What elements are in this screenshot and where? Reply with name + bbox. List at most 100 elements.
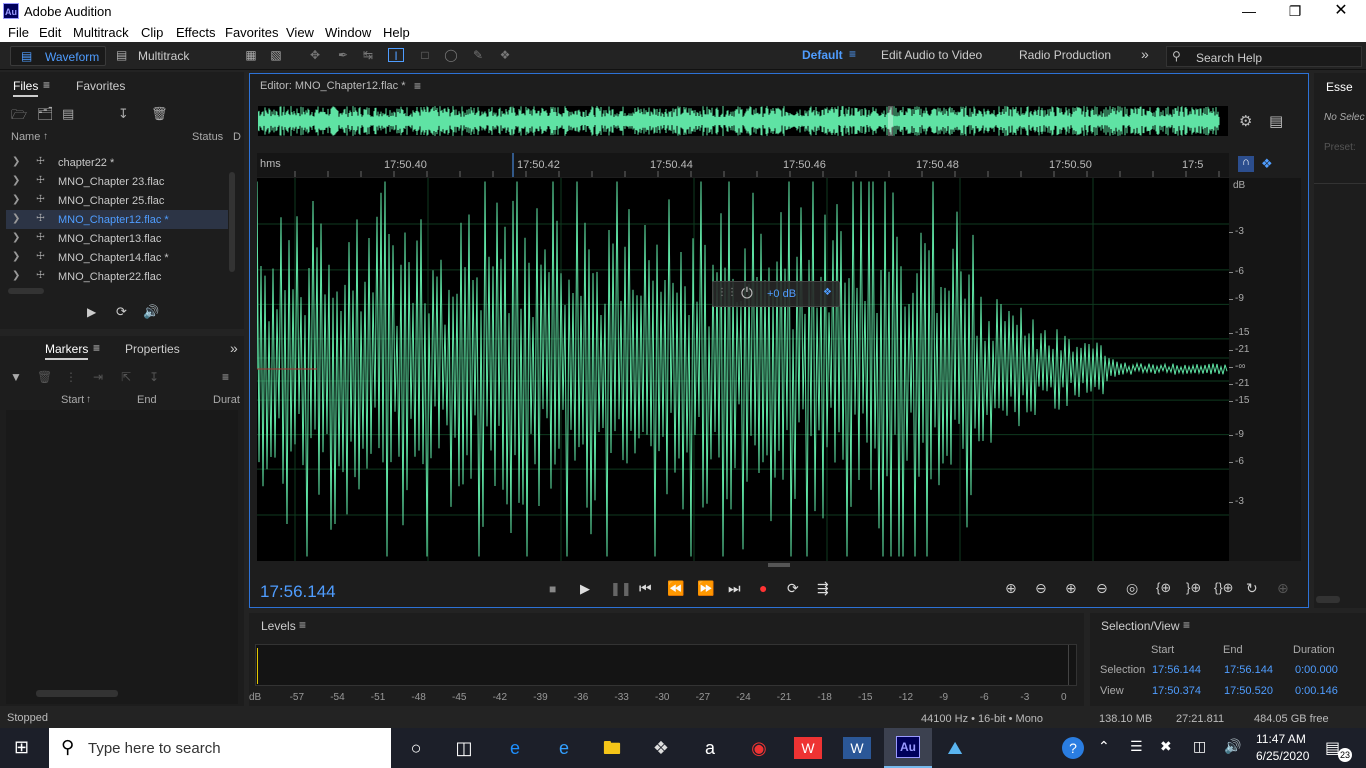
- tab-markers[interactable]: Markers: [45, 342, 89, 360]
- file-explorer-icon[interactable]: 🖿: [598, 734, 626, 762]
- zoom-out-time-icon[interactable]: ⊖: [1096, 580, 1108, 597]
- delete-icon[interactable]: 🗑: [151, 106, 168, 122]
- menu-multitrack[interactable]: Multitrack: [73, 25, 129, 40]
- spot-healing-icon[interactable]: ❖: [497, 48, 513, 62]
- zoom-view-icon[interactable]: ⚙: [1239, 112, 1252, 130]
- chevron-right-icon[interactable]: ❯: [12, 251, 20, 262]
- current-time-display[interactable]: 17:56.144: [260, 582, 336, 602]
- file-row[interactable]: ❯ ☩ MNO_Chapter 23.flac: [6, 172, 228, 191]
- tab-properties[interactable]: Properties: [125, 342, 180, 356]
- hud-gain-value[interactable]: +0 dB: [767, 288, 796, 300]
- menu-file[interactable]: File: [8, 25, 29, 40]
- hud-gain-control[interactable]: ⋮⋮ ⏻ +0 dB ❖: [712, 281, 840, 307]
- brush-tool-icon[interactable]: ✎: [470, 48, 486, 62]
- gain-knob-icon[interactable]: ⏻: [741, 285, 753, 302]
- batch-icon[interactable]: ↧: [149, 370, 159, 384]
- files-scrollbar[interactable]: [229, 172, 235, 272]
- task-view-icon[interactable]: ◫: [450, 734, 478, 762]
- minimize-button[interactable]: —: [1226, 2, 1272, 20]
- photos-icon[interactable]: ⛰: [941, 734, 969, 762]
- insert-playlist-icon[interactable]: ⇥: [93, 370, 103, 384]
- marquee-tool-icon[interactable]: □: [417, 48, 433, 62]
- editor-menu-icon[interactable]: ≡: [414, 79, 421, 93]
- network-icon[interactable]: ✖: [1160, 738, 1172, 755]
- chevron-right-icon[interactable]: ❯: [12, 213, 20, 224]
- zoom-in-amplitude-icon[interactable]: ⊕: [1005, 580, 1017, 597]
- multitrack-view-button[interactable]: ▤ Multitrack: [112, 46, 202, 66]
- menu-favorites[interactable]: Favorites: [225, 25, 278, 40]
- edge-icon[interactable]: e: [501, 734, 529, 762]
- waveform-display[interactable]: [257, 178, 1229, 561]
- skip-selection-icon[interactable]: ⇶: [817, 580, 829, 597]
- menu-view[interactable]: View: [286, 25, 314, 40]
- chevron-right-icon[interactable]: ❯: [12, 194, 20, 205]
- delete-marker-icon[interactable]: 🗑: [37, 370, 52, 384]
- skip-previous-icon[interactable]: ⏮: [639, 580, 652, 597]
- export-marker-icon[interactable]: ⇱: [121, 370, 131, 384]
- workspace-menu-icon[interactable]: ≡: [849, 47, 856, 61]
- close-button[interactable]: ✕: [1318, 2, 1364, 20]
- view-end[interactable]: 17:50.520: [1224, 685, 1273, 697]
- marker-col-end[interactable]: End: [137, 394, 157, 406]
- zoom-reset-icon[interactable]: ↻: [1246, 580, 1258, 597]
- menu-edit[interactable]: Edit: [39, 25, 61, 40]
- column-d[interactable]: D: [233, 131, 241, 143]
- maximize-button[interactable]: ❐: [1272, 2, 1318, 20]
- chevron-right-icon[interactable]: ❯: [12, 232, 20, 243]
- record-icon[interactable]: ●: [759, 580, 767, 596]
- preview-play-icon[interactable]: ▶: [87, 305, 96, 319]
- view-duration[interactable]: 0:00.146: [1295, 685, 1338, 697]
- chevron-right-icon[interactable]: ❯: [12, 175, 20, 186]
- hud-grip-icon[interactable]: ⋮⋮: [717, 287, 737, 298]
- tab-files[interactable]: Files: [13, 79, 39, 97]
- file-row[interactable]: ❯ ☩ chapter22 *: [6, 153, 228, 172]
- play-icon[interactable]: ▶: [580, 581, 590, 597]
- menu-effects[interactable]: Effects: [176, 25, 216, 40]
- zoom-out-amplitude-icon[interactable]: ⊖: [1035, 580, 1047, 597]
- windows-start-icon[interactable]: ⊞: [14, 737, 29, 758]
- menu-help[interactable]: Help: [383, 25, 410, 40]
- markers-menu-icon[interactable]: ≡: [93, 341, 100, 355]
- time-selection-tool-icon[interactable]: I: [388, 48, 404, 63]
- stop-icon[interactable]: ■: [549, 582, 556, 596]
- display-menu-icon[interactable]: ▤: [1269, 112, 1283, 130]
- zoom-out-point-icon[interactable]: }⊕: [1186, 580, 1201, 596]
- file-row[interactable]: ❯ ☩ MNO_Chapter14.flac *: [6, 248, 228, 267]
- zoom-in-time-icon[interactable]: ⊕: [1065, 580, 1077, 597]
- import-icon[interactable]: 🗂: [37, 106, 54, 122]
- workspace-edit-audio-video[interactable]: Edit Audio to Video: [881, 48, 982, 62]
- skip-next-icon[interactable]: ⏭: [728, 580, 741, 597]
- more-workspaces-icon[interactable]: »: [1141, 46, 1149, 62]
- taskbar-search[interactable]: ⚲ Type here to search: [49, 728, 391, 768]
- open-file-icon[interactable]: 🗁: [11, 106, 27, 128]
- merge-marker-icon[interactable]: ⋮: [65, 370, 77, 384]
- preview-loop-icon[interactable]: ⟳: [116, 304, 127, 320]
- view-start[interactable]: 17:50.374: [1152, 685, 1201, 697]
- zoom-selection-icon[interactable]: {}⊕: [1214, 580, 1234, 596]
- marker-list[interactable]: [6, 410, 238, 704]
- spectral-display-icon[interactable]: ▦: [243, 48, 259, 62]
- menu-clip[interactable]: Clip: [141, 25, 163, 40]
- selection-end[interactable]: 17:56.144: [1224, 664, 1273, 676]
- levels-menu-icon[interactable]: ≡: [299, 618, 306, 632]
- volume-icon[interactable]: 🔊: [1224, 738, 1241, 755]
- fast-forward-icon[interactable]: ⏩: [697, 580, 714, 597]
- battery-icon[interactable]: ◫: [1193, 738, 1206, 755]
- marker-settings-icon[interactable]: ≡: [222, 370, 229, 384]
- new-file-icon[interactable]: ▤: [62, 106, 74, 122]
- word-icon[interactable]: W: [843, 737, 871, 759]
- chevron-right-icon[interactable]: ❯: [12, 270, 20, 281]
- wps-office-icon[interactable]: W: [794, 737, 822, 759]
- workspace-radio-production[interactable]: Radio Production: [1019, 48, 1111, 62]
- workspace-default[interactable]: Default: [802, 48, 843, 62]
- clock-date[interactable]: 6/25/2020: [1256, 749, 1309, 763]
- chevron-right-icon[interactable]: ❯: [12, 156, 20, 167]
- markers-h-scrollbar[interactable]: [36, 690, 118, 697]
- add-marker-icon[interactable]: ▼: [10, 370, 22, 384]
- amazon-icon[interactable]: a: [696, 734, 724, 762]
- marker-col-duration[interactable]: Durat: [213, 394, 240, 406]
- audition-taskbar-item[interactable]: Au: [884, 728, 932, 768]
- waveform-view-button[interactable]: ▤ Waveform: [10, 46, 106, 66]
- file-row[interactable]: ❯ ☩ MNO_Chapter13.flac: [6, 229, 228, 248]
- loop-playback-icon[interactable]: ⟳: [787, 580, 799, 597]
